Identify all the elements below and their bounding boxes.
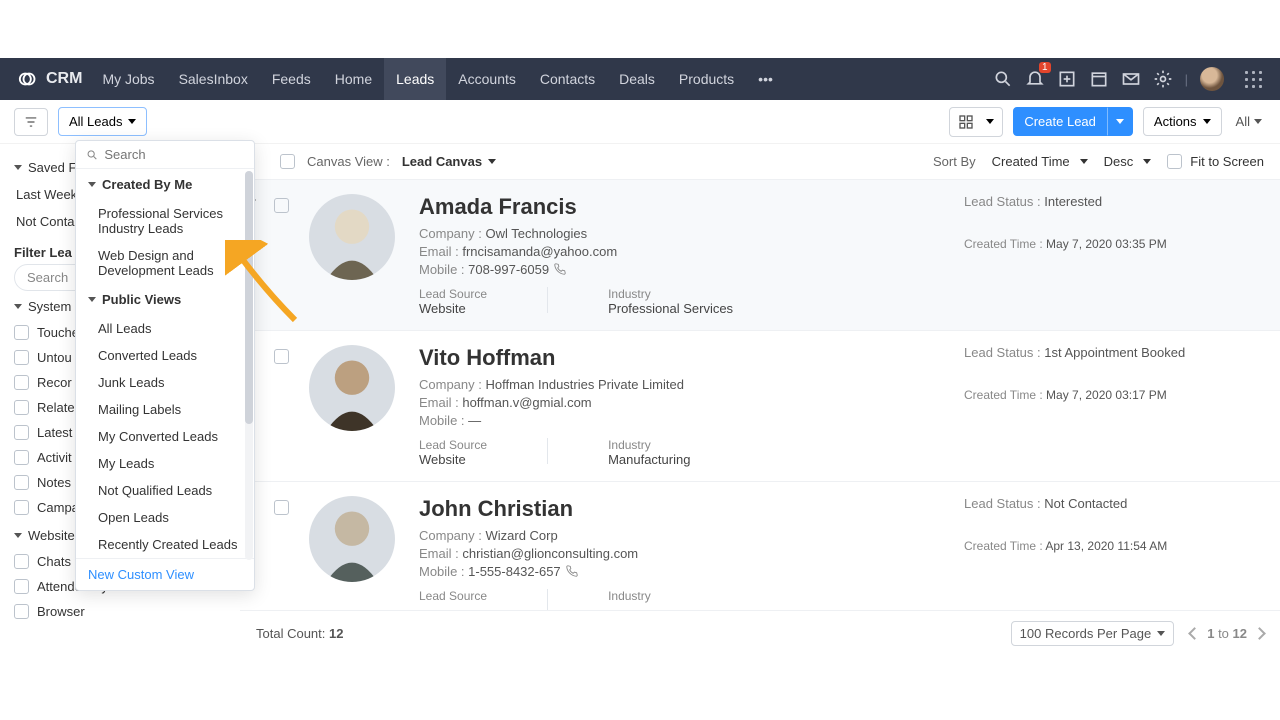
view-selector[interactable]: All Leads bbox=[58, 107, 147, 136]
records-per-page[interactable]: 100 Records Per Page bbox=[1011, 621, 1175, 646]
popup-search-input[interactable] bbox=[104, 147, 244, 162]
nav-contacts[interactable]: Contacts bbox=[528, 58, 607, 100]
nav-products[interactable]: Products bbox=[667, 58, 746, 100]
list-header: Canvas View : Lead Canvas Sort By Create… bbox=[240, 144, 1280, 179]
view-popup: Created By Me Professional Services Indu… bbox=[75, 140, 255, 591]
select-all-checkbox[interactable] bbox=[280, 154, 295, 169]
lead-card[interactable]: Vito Hoffman Company : Hoffman Industrie… bbox=[240, 330, 1280, 481]
layout-button[interactable] bbox=[949, 107, 1003, 137]
view-selector-label: All Leads bbox=[69, 114, 122, 129]
notif-badge: 1 bbox=[1039, 62, 1051, 73]
view-item[interactable]: Professional Services Industry Leads bbox=[76, 200, 254, 242]
lead-card[interactable]: John Christian Company : Wizard Corp Ema… bbox=[240, 481, 1280, 629]
top-icons: 1 | bbox=[993, 67, 1270, 91]
view-item[interactable]: My Converted Leads bbox=[76, 423, 254, 450]
all-toggle[interactable]: All bbox=[1232, 114, 1266, 129]
lead-name: Amada Francis bbox=[419, 194, 733, 220]
view-item[interactable]: Not Qualified Leads bbox=[76, 477, 254, 504]
prev-page[interactable] bbox=[1188, 627, 1201, 640]
popup-scrollbar[interactable] bbox=[245, 171, 253, 560]
card-checkbox[interactable] bbox=[274, 500, 289, 515]
calendar-icon[interactable] bbox=[1089, 69, 1109, 89]
view-item[interactable]: All Leads bbox=[76, 315, 254, 342]
add-icon[interactable] bbox=[1057, 69, 1077, 89]
nav-more[interactable]: ••• bbox=[746, 58, 785, 100]
crm-title: CRM bbox=[46, 70, 82, 88]
canvas-view-label: Canvas View : bbox=[307, 154, 390, 169]
view-item[interactable]: Open Leads bbox=[76, 504, 254, 531]
user-avatar[interactable] bbox=[1200, 67, 1224, 91]
public-views-header[interactable]: Public Views bbox=[76, 284, 254, 315]
lead-card[interactable]: Amada Francis Company : Owl Technologies… bbox=[240, 179, 1280, 330]
popup-search[interactable] bbox=[76, 141, 254, 169]
bell-wrap[interactable]: 1 bbox=[1025, 68, 1045, 91]
fit-to-screen[interactable]: Fit to Screen bbox=[1167, 154, 1264, 169]
search-icon bbox=[86, 148, 98, 162]
main-nav: My Jobs SalesInbox Feeds Home Leads Acco… bbox=[90, 58, 784, 100]
view-item[interactable]: My Leads bbox=[76, 450, 254, 477]
create-lead-dropdown[interactable] bbox=[1107, 107, 1133, 136]
card-checkbox[interactable] bbox=[274, 198, 289, 213]
sort-field[interactable]: Created Time bbox=[992, 154, 1088, 169]
total-count: Total Count: 12 bbox=[256, 626, 343, 641]
mail-icon[interactable] bbox=[1121, 69, 1141, 89]
nav-deals[interactable]: Deals bbox=[607, 58, 667, 100]
create-lead-button[interactable]: Create Lead bbox=[1013, 107, 1107, 136]
nav-my-jobs[interactable]: My Jobs bbox=[90, 58, 166, 100]
actions-label: Actions bbox=[1154, 114, 1197, 129]
nav-accounts[interactable]: Accounts bbox=[446, 58, 528, 100]
actions-button[interactable]: Actions bbox=[1143, 107, 1222, 136]
apps-icon[interactable] bbox=[1242, 68, 1264, 90]
lead-name: John Christian bbox=[419, 496, 651, 522]
sort-by-label: Sort By bbox=[933, 154, 976, 169]
created-by-me-header[interactable]: Created By Me bbox=[76, 169, 254, 200]
website-item[interactable]: Browser bbox=[14, 599, 226, 624]
canvas-view-picker[interactable]: Lead Canvas bbox=[402, 154, 496, 169]
view-item[interactable]: Converted Leads bbox=[76, 342, 254, 369]
view-item[interactable]: Junk Leads bbox=[76, 369, 254, 396]
lead-name: Vito Hoffman bbox=[419, 345, 690, 371]
footer: Total Count: 12 100 Records Per Page 1 t… bbox=[240, 610, 1280, 656]
view-item[interactable]: Web Design and Development Leads bbox=[76, 242, 254, 284]
view-item[interactable]: Mailing Labels bbox=[76, 396, 254, 423]
search-icon[interactable] bbox=[993, 69, 1013, 89]
topbar: CRM My Jobs SalesInbox Feeds Home Leads … bbox=[0, 58, 1280, 100]
filter-button[interactable] bbox=[14, 108, 48, 136]
toolbar: All Leads Create Lead Actions All bbox=[0, 100, 1280, 144]
gear-icon[interactable] bbox=[1153, 69, 1173, 89]
sort-dir[interactable]: Desc bbox=[1104, 154, 1152, 169]
paging: 1 to 12 bbox=[1190, 626, 1264, 641]
new-custom-view[interactable]: New Custom View bbox=[76, 558, 254, 590]
nav-leads[interactable]: Leads bbox=[384, 58, 446, 100]
nav-salesinbox[interactable]: SalesInbox bbox=[167, 58, 260, 100]
view-item[interactable]: Recently Created Leads bbox=[76, 531, 254, 558]
nav-feeds[interactable]: Feeds bbox=[260, 58, 323, 100]
next-page[interactable] bbox=[1253, 627, 1266, 640]
nav-home[interactable]: Home bbox=[323, 58, 384, 100]
crm-logo: CRM bbox=[10, 68, 90, 90]
card-checkbox[interactable] bbox=[274, 349, 289, 364]
